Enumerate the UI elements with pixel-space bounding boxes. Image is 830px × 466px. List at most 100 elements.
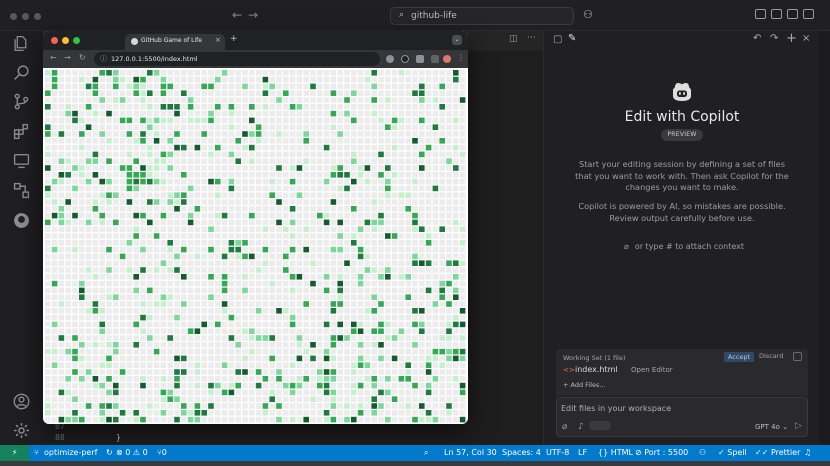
discard-button[interactable]: Discard [759,352,783,360]
search-icon[interactable] [13,64,30,81]
new-edit-session-icon[interactable]: + [786,31,797,46]
microphone-icon[interactable]: ♪ [578,422,584,432]
browser-close-button[interactable] [51,37,58,44]
copilot-status-icon[interactable]: ⚇ [699,448,706,457]
life-cell [79,206,85,212]
life-cell [419,110,425,117]
indentation[interactable]: Spaces: 4 [502,448,541,457]
toggle-sidebar-icon[interactable] [755,9,766,19]
tab-search-chevron-icon[interactable]: ⌄ [452,35,462,45]
browser-minimize-button[interactable] [62,37,69,44]
life-cell [160,321,167,328]
remote-explorer-icon[interactable] [13,152,30,169]
life-cell [167,246,173,253]
life-cell [106,233,112,239]
sync-icon[interactable]: ↻ [106,448,113,457]
life-cell [187,117,194,124]
site-info-icon[interactable]: ⓘ [100,54,107,64]
life-cell [425,212,432,219]
new-tab-button[interactable]: + [230,34,238,44]
toggle-panel-icon[interactable] [771,9,782,19]
zoom-search-icon[interactable]: ⌕ [424,448,428,458]
browser-back-icon[interactable]: ← [50,53,57,62]
chat-icon[interactable]: ▢ [553,34,562,45]
extension-icon[interactable] [401,55,409,63]
browser-tab[interactable]: GitHub Game of Life × [125,34,225,50]
copilot-menu-icon[interactable]: ⚇ [583,8,593,21]
git-branch[interactable]: optimize-perf [44,448,97,457]
spell-check[interactable]: ✓ Spell [718,448,747,457]
accept-button[interactable]: Accept [724,352,754,362]
maximize-window-button[interactable] [34,13,41,20]
extensions-puzzle-icon[interactable] [416,55,424,63]
customize-layout-icon[interactable] [803,9,814,19]
open-editor-link[interactable]: Open Editor [631,366,673,374]
end-of-line[interactable]: LF [578,448,587,457]
live-server-port[interactable]: ⊘ Port : 5500 [635,448,688,457]
life-cell [412,117,418,124]
address-bar[interactable]: ⓘ 127.0.0.1:5500/index.html [94,52,380,66]
life-cell [153,90,160,96]
send-icon[interactable]: ▷ [795,421,802,431]
life-cell [147,267,153,273]
life-cell [269,151,275,158]
add-files-button[interactable]: + Add Files... [563,381,606,389]
extension-icon[interactable] [386,55,394,63]
command-center-search[interactable]: ⌕ github-life [390,7,574,25]
life-cell [45,342,51,348]
settings-gear-icon[interactable] [13,422,30,439]
github-icon[interactable] [13,212,30,229]
life-cell [303,83,309,90]
life-cell [357,172,364,178]
language-mode[interactable]: {} HTML [598,448,633,457]
browser-menu-icon[interactable]: ⋮ [457,53,465,62]
back-arrow-icon[interactable]: ← [232,8,242,22]
life-cell [174,206,180,212]
profile-avatar[interactable] [443,55,451,63]
redo-icon[interactable]: ↷ [770,33,778,44]
game-of-life-grid[interactable] [45,70,466,423]
working-set-file[interactable]: index.html [575,365,618,374]
undo-icon[interactable]: ↶ [753,33,761,44]
life-cell [283,172,289,178]
life-cell [201,301,207,307]
minimize-window-button[interactable] [22,13,29,20]
life-cell [72,253,78,260]
extensions-icon[interactable] [13,123,30,140]
working-set-options-icon[interactable] [793,352,802,361]
more-actions-icon[interactable]: ⋯ [527,33,536,43]
source-control-icon[interactable] [13,93,30,110]
life-cell [221,110,228,117]
side-panel-icon[interactable] [431,55,439,63]
life-cell [398,246,405,253]
encoding[interactable]: UTF-8 [546,448,569,457]
close-tab-icon[interactable]: × [215,36,221,44]
attach-paperclip-icon[interactable]: ⌀ [562,422,567,432]
life-cell [45,294,51,300]
life-cell [99,253,105,260]
edit-prompt-input[interactable]: Edit files in your workspace ⌀ ♪ GPT 4o … [556,397,808,437]
notifications-bell-icon[interactable]: ♫ [804,448,811,457]
problems-count[interactable]: ⊗ 0 ⚠ 0 [116,448,148,457]
browser-maximize-button[interactable] [73,37,80,44]
copilot-edits-icon[interactable]: ✎ [568,33,576,44]
prettier-status[interactable]: ✓✓ Prettier [755,448,800,457]
life-cell [439,192,445,198]
remote-indicator-icon[interactable]: ⚡ [0,445,29,461]
browser-reload-icon[interactable]: ↻ [79,53,86,62]
browser-forward-icon[interactable]: → [64,53,71,62]
cursor-position[interactable]: Ln 57, Col 30 [444,448,497,457]
close-panel-icon[interactable]: × [802,33,810,44]
toggle-secondary-sidebar-icon[interactable] [787,9,798,19]
life-cell [371,151,377,158]
model-picker[interactable]: GPT 4o ⌄ [755,423,788,431]
forward-arrow-icon[interactable]: → [248,8,258,22]
life-cell [51,219,58,226]
close-window-button[interactable] [10,13,17,20]
account-icon[interactable] [13,393,30,410]
explorer-icon[interactable] [13,35,30,52]
life-cell [276,172,282,178]
split-editor-icon[interactable]: ◫ [509,34,518,44]
testing-icon[interactable] [13,182,30,199]
ports-count[interactable]: ⑂0 [157,448,167,457]
